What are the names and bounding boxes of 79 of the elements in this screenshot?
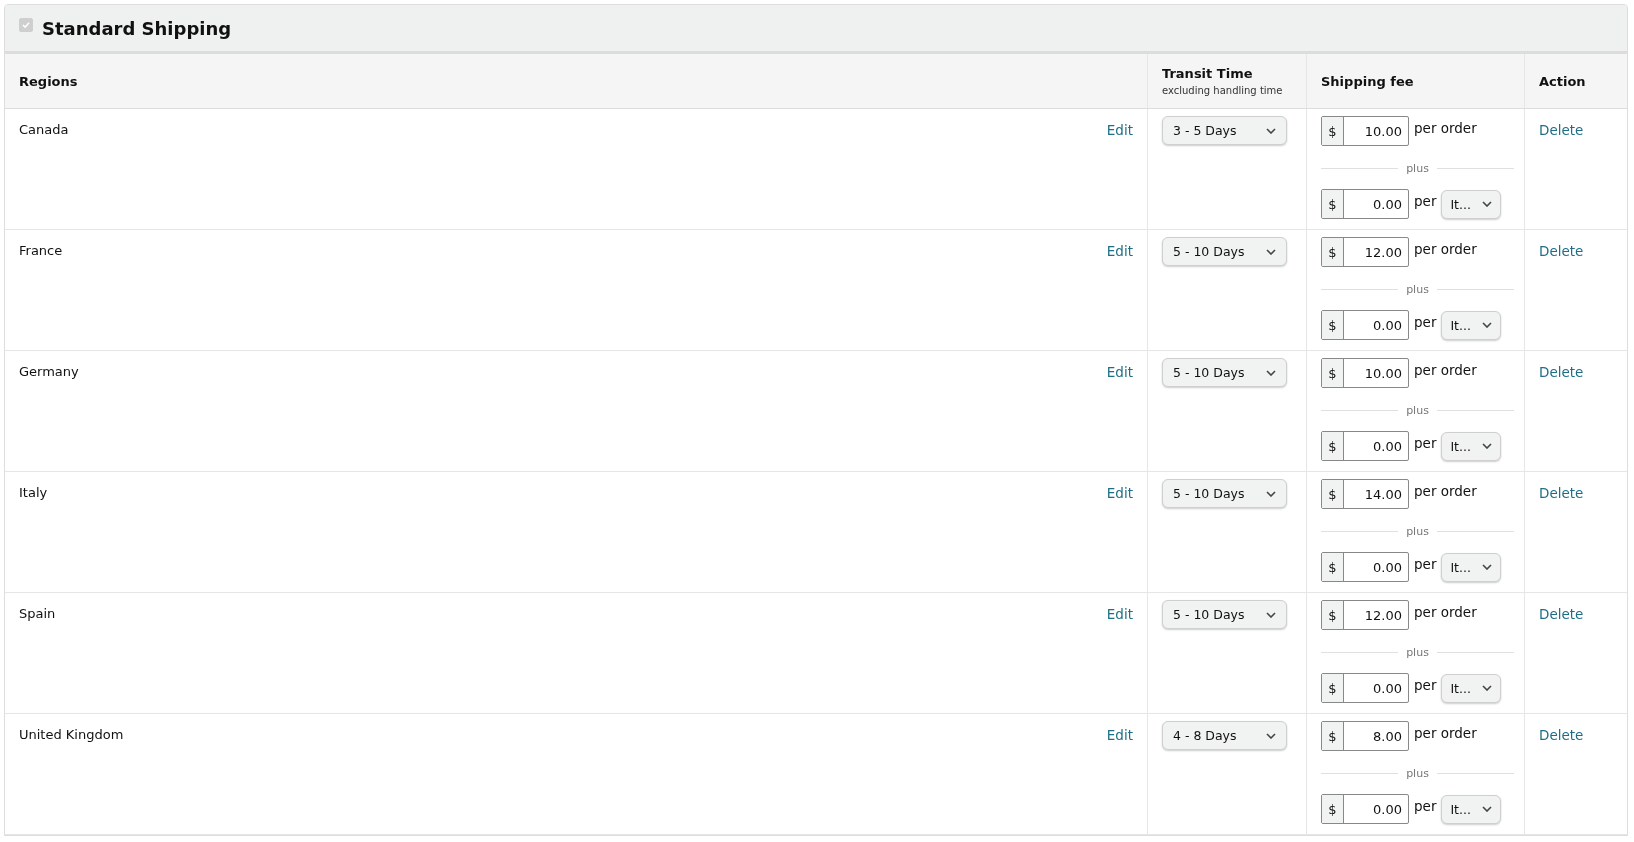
region-name: Spain bbox=[19, 606, 56, 621]
edit-link[interactable]: Edit bbox=[1106, 727, 1133, 743]
edit-link[interactable]: Edit bbox=[1106, 243, 1133, 259]
chevron-down-icon bbox=[1482, 322, 1493, 328]
per-order-label: per order bbox=[1414, 362, 1477, 378]
transit-time-select[interactable]: 5 - 10 Days bbox=[1162, 479, 1287, 508]
edit-link[interactable]: Edit bbox=[1106, 122, 1133, 138]
item-fee-field[interactable]: $ 0.00 bbox=[1321, 673, 1409, 703]
per-order-label: per order bbox=[1414, 725, 1477, 741]
per-label: per bbox=[1414, 798, 1437, 814]
section-title: Standard Shipping bbox=[42, 17, 232, 39]
delete-link[interactable]: Delete bbox=[1539, 116, 1584, 138]
delete-link[interactable]: Delete bbox=[1539, 358, 1584, 380]
plus-label: plus bbox=[1406, 645, 1429, 659]
region-name: Germany bbox=[19, 364, 79, 379]
chevron-down-icon bbox=[1482, 564, 1493, 570]
order-fee-field[interactable]: $ 10.00 bbox=[1321, 116, 1409, 146]
item-fee-field[interactable]: $ 0.00 bbox=[1321, 310, 1409, 340]
per-label: per bbox=[1414, 193, 1437, 209]
delete-link[interactable]: Delete bbox=[1539, 479, 1584, 501]
region-name: Italy bbox=[19, 485, 48, 500]
chevron-down-icon bbox=[1266, 248, 1276, 255]
edit-link[interactable]: Edit bbox=[1106, 364, 1133, 380]
chevron-down-icon bbox=[1482, 685, 1493, 691]
transit-time-select[interactable]: 5 - 10 Days bbox=[1162, 237, 1287, 266]
order-fee-field[interactable]: $ 12.00 bbox=[1321, 237, 1409, 267]
chevron-down-icon bbox=[1266, 611, 1276, 618]
column-note: excluding handling time bbox=[1162, 85, 1283, 96]
checkmark-icon bbox=[21, 20, 31, 30]
transit-time-select[interactable]: 3 - 5 Days bbox=[1162, 116, 1287, 145]
column-header: Transit Time bbox=[1162, 66, 1253, 81]
item-fee-field[interactable]: $ 0.00 bbox=[1321, 189, 1409, 219]
chevron-down-icon bbox=[1266, 732, 1276, 739]
delete-link[interactable]: Delete bbox=[1539, 600, 1584, 622]
unit-select[interactable]: It... bbox=[1441, 189, 1502, 219]
order-fee-field[interactable]: $ 10.00 bbox=[1321, 358, 1409, 388]
transit-time-select[interactable]: 4 - 8 Days bbox=[1162, 721, 1287, 750]
unit-select[interactable]: It... bbox=[1441, 552, 1502, 582]
item-fee-field[interactable]: $ 0.00 bbox=[1321, 431, 1409, 461]
column-header: Action bbox=[1539, 73, 1586, 89]
order-fee-field[interactable]: $ 14.00 bbox=[1321, 479, 1409, 509]
order-fee-field[interactable]: $ 12.00 bbox=[1321, 600, 1409, 630]
unit-select[interactable]: It... bbox=[1441, 673, 1502, 703]
plus-label: plus bbox=[1406, 161, 1429, 175]
transit-time-select[interactable]: 5 - 10 Days bbox=[1162, 600, 1287, 629]
per-label: per bbox=[1414, 556, 1437, 572]
plus-label: plus bbox=[1406, 282, 1429, 296]
per-label: per bbox=[1414, 677, 1437, 693]
chevron-down-icon bbox=[1266, 490, 1276, 497]
per-label: per bbox=[1414, 435, 1437, 451]
order-fee-field[interactable]: $ 8.00 bbox=[1321, 721, 1409, 751]
delete-link[interactable]: Delete bbox=[1539, 721, 1584, 743]
edit-link[interactable]: Edit bbox=[1106, 485, 1133, 501]
chevron-down-icon bbox=[1482, 806, 1493, 812]
per-order-label: per order bbox=[1414, 483, 1477, 499]
delete-link[interactable]: Delete bbox=[1539, 237, 1584, 259]
plus-label: plus bbox=[1406, 766, 1429, 780]
item-fee-field[interactable]: $ 0.00 bbox=[1321, 552, 1409, 582]
plus-label: plus bbox=[1406, 524, 1429, 538]
chevron-down-icon bbox=[1482, 443, 1493, 449]
region-name: France bbox=[19, 243, 63, 258]
unit-select[interactable]: It... bbox=[1441, 310, 1502, 340]
per-order-label: per order bbox=[1414, 120, 1477, 136]
unit-select[interactable]: It... bbox=[1441, 794, 1502, 824]
per-order-label: per order bbox=[1414, 604, 1477, 620]
unit-select[interactable]: It... bbox=[1441, 431, 1502, 461]
per-order-label: per order bbox=[1414, 241, 1477, 257]
chevron-down-icon bbox=[1266, 369, 1276, 376]
edit-link[interactable]: Edit bbox=[1106, 606, 1133, 622]
per-label: per bbox=[1414, 314, 1437, 330]
chevron-down-icon bbox=[1266, 127, 1276, 134]
plus-label: plus bbox=[1406, 403, 1429, 417]
transit-time-select[interactable]: 5 - 10 Days bbox=[1162, 358, 1287, 387]
item-fee-field[interactable]: $ 0.00 bbox=[1321, 794, 1409, 824]
column-header: Shipping fee bbox=[1321, 73, 1414, 89]
column-header: Regions bbox=[19, 73, 78, 89]
chevron-down-icon bbox=[1482, 201, 1493, 207]
region-name: United Kingdom bbox=[19, 727, 124, 742]
region-name: Canada bbox=[19, 122, 69, 137]
